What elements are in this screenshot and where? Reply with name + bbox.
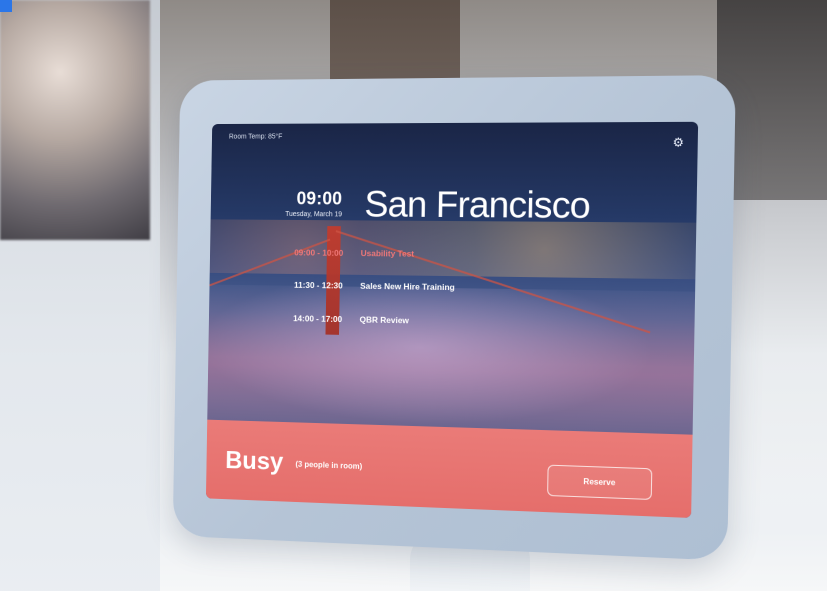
schedule-time: 09:00 - 10:00 [294, 247, 344, 258]
schedule-time: 11:30 - 12:30 [294, 279, 343, 291]
clock-time: 09:00 [296, 188, 343, 209]
status-detail: (3 people in room) [295, 459, 363, 472]
schedule-title: Usability Test [360, 248, 415, 259]
clock-display: 09:00 Tuesday, March 19 [265, 188, 343, 219]
reserve-button[interactable]: Reserve [547, 464, 653, 501]
schedule-time: 14:00 - 17:00 [293, 313, 343, 325]
tablet-screen: Room Temp: 85°F ⚙ 09:00 Tuesday, March 1… [205, 121, 699, 518]
clock-date: Tuesday, March 19 [285, 211, 343, 219]
top-left-corner-marker [0, 0, 12, 12]
room-temperature: Room Temp: 85°F [228, 133, 283, 141]
schedule-title: Sales New Hire Training [360, 280, 455, 293]
schedule-title: QBR Review [359, 314, 410, 326]
gear-icon[interactable]: ⚙ [673, 135, 686, 149]
tablet-frame: Room Temp: 85°F ⚙ 09:00 Tuesday, March 1… [172, 75, 736, 561]
status-label: Busy [225, 446, 284, 476]
background-monitor [0, 0, 150, 240]
room-name: San Francisco [364, 183, 591, 227]
occupancy-status-bar: Busy (3 people in room) Reserve [205, 419, 693, 518]
